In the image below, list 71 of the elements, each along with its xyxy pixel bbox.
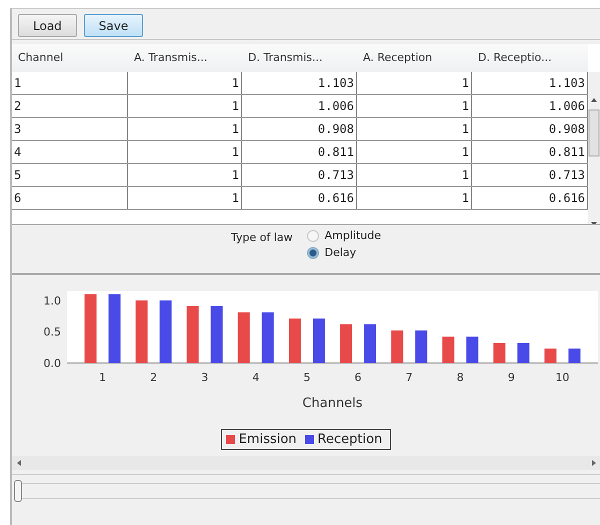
x-tick-label: 3: [201, 371, 208, 384]
table-cell: 1: [128, 187, 242, 209]
table-cell: 1: [128, 118, 242, 140]
radio-option[interactable]: Delay: [306, 246, 382, 259]
bar: [442, 336, 454, 363]
bar: [288, 318, 301, 363]
bar: [136, 300, 148, 363]
bar: [186, 306, 199, 363]
toolbar-button[interactable]: Save: [84, 14, 144, 37]
x-tick-label: 9: [508, 371, 515, 384]
y-tick-label: 1.0: [44, 294, 61, 308]
bar: [568, 348, 580, 363]
table-cell: 6: [12, 187, 128, 209]
x-tick-label: 10: [555, 371, 570, 384]
bar: [312, 318, 325, 363]
x-tick-label: 6: [354, 371, 362, 384]
legend-label: Reception: [318, 432, 382, 447]
table-cell: 5: [12, 164, 128, 186]
y-tick-label: 0.5: [44, 326, 61, 339]
table-cell: 1: [128, 141, 242, 163]
bar: [340, 324, 352, 363]
bar: [262, 312, 274, 363]
bar: [108, 294, 121, 363]
column-header[interactable]: A. Transmis...: [128, 44, 242, 72]
table-cell: 0.713: [242, 164, 357, 186]
column-header[interactable]: D. Transmis...: [242, 44, 357, 72]
table-cell: 3: [12, 118, 128, 140]
table-cell: 1: [128, 95, 242, 117]
bar: [364, 324, 376, 363]
table-cell: 1: [357, 118, 472, 140]
table-cell: 1: [12, 72, 128, 94]
bar: [391, 330, 404, 363]
table-cell: 1: [357, 95, 472, 117]
bar: [544, 348, 556, 363]
x-axis-title: Channels: [302, 396, 363, 411]
table-cell: 2: [12, 95, 128, 117]
table-cell: 1: [357, 164, 472, 186]
slider[interactable]: [14, 483, 600, 499]
bar: [466, 336, 478, 363]
x-tick-label: 5: [303, 371, 310, 384]
bar: [160, 300, 172, 363]
bar: [238, 312, 250, 363]
table-cell: 1.006: [242, 95, 357, 117]
x-tick-label: 2: [150, 371, 158, 384]
table-cell: 1: [128, 72, 242, 94]
table-cell: 1.103: [242, 72, 357, 94]
x-tick-label: 1: [99, 371, 106, 384]
bar: [415, 330, 428, 363]
toolbar-button[interactable]: Load: [18, 14, 77, 37]
table-cell: 1: [357, 141, 472, 163]
table-cell: 1: [128, 164, 242, 186]
table-cell: 0.616: [242, 187, 357, 209]
table-cell: 1: [357, 72, 472, 94]
table-cell: 4: [12, 141, 128, 163]
table-cell: 1: [357, 187, 472, 209]
vertical-scrollbar[interactable]: [588, 72, 600, 224]
column-header[interactable]: Channel: [12, 44, 128, 72]
table-cell: 0.908: [242, 118, 357, 140]
legend-label: Emission: [238, 432, 297, 447]
bar: [210, 306, 223, 363]
x-tick-label: 4: [252, 371, 260, 384]
column-header[interactable]: A. Reception: [357, 44, 472, 72]
column-header[interactable]: D. Receptio...: [472, 44, 588, 72]
x-tick-label: 8: [456, 371, 464, 384]
bar: [84, 294, 97, 363]
horizontal-scrollbar[interactable]: [12, 456, 600, 470]
table-cell: 0.811: [242, 141, 357, 163]
x-tick-label: 7: [406, 371, 413, 384]
radio-option[interactable]: Amplitude: [306, 229, 382, 242]
law-label: Type of law: [230, 230, 293, 246]
y-tick-label: 0.0: [44, 357, 61, 370]
